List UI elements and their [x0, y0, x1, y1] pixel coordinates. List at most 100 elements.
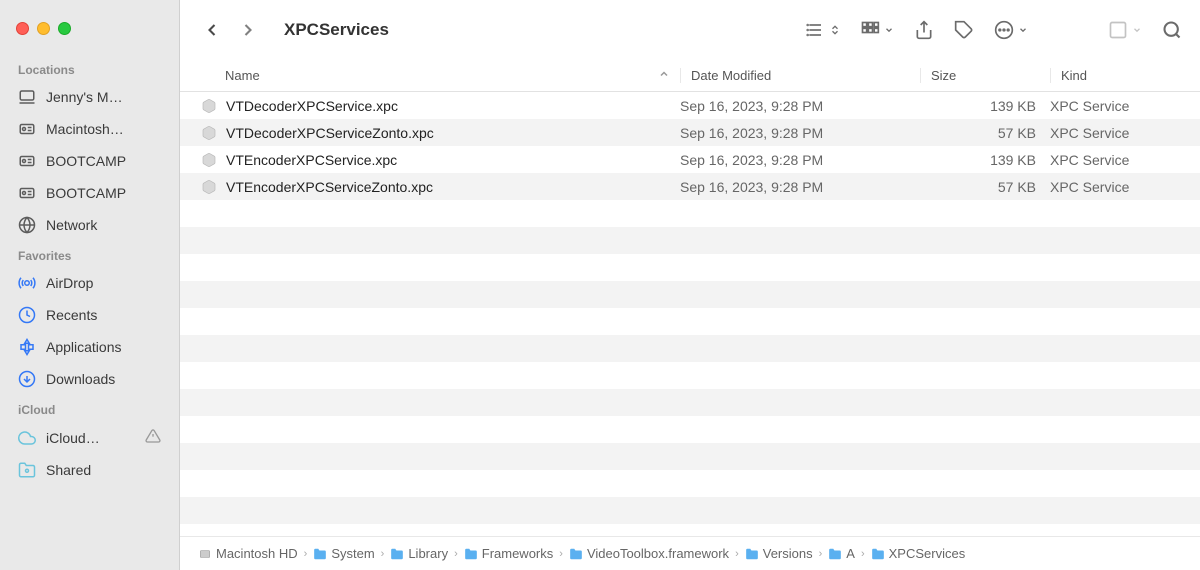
path-segment[interactable]: Frameworks [464, 546, 554, 561]
tag-button[interactable] [954, 20, 974, 40]
file-kind: XPC Service [1050, 179, 1200, 195]
file-list[interactable]: VTDecoderXPCService.xpc Sep 16, 2023, 9:… [180, 92, 1200, 536]
sidebar-section-title: Locations [0, 55, 179, 81]
sidebar-item-applications[interactable]: Applications [0, 331, 179, 363]
empty-row [180, 281, 1200, 308]
file-row[interactable]: VTEncoderXPCService.xpc Sep 16, 2023, 9:… [180, 146, 1200, 173]
sidebar-item-airdrop[interactable]: AirDrop [0, 267, 179, 299]
sidebar-item-label: BOOTCAMP [46, 185, 161, 201]
sidebar-item-network[interactable]: Network [0, 209, 179, 241]
empty-row [180, 308, 1200, 335]
close-button[interactable] [16, 22, 29, 35]
folder-icon [871, 547, 885, 561]
path-segment[interactable]: System [313, 546, 374, 561]
search-button[interactable] [1162, 20, 1182, 40]
path-segment[interactable]: Versions [745, 546, 813, 561]
maximize-button[interactable] [58, 22, 71, 35]
path-segment[interactable]: XPCServices [871, 546, 966, 561]
empty-row [180, 362, 1200, 389]
back-button[interactable] [198, 16, 226, 44]
file-row[interactable]: VTEncoderXPCServiceZonto.xpc Sep 16, 202… [180, 173, 1200, 200]
disk-icon [18, 120, 36, 138]
main-content: XPCServices [180, 0, 1200, 570]
sidebar-item-label: Shared [46, 462, 161, 478]
laptop-icon [18, 88, 36, 106]
file-size: 139 KB [920, 152, 1050, 168]
window-controls [0, 10, 179, 55]
sort-ascending-icon [658, 68, 670, 83]
file-name: VTEncoderXPCServiceZonto.xpc [226, 179, 433, 195]
file-size: 139 KB [920, 98, 1050, 114]
download-icon [18, 370, 36, 388]
path-segment[interactable]: A [828, 546, 855, 561]
path-label: Macintosh HD [216, 546, 298, 561]
file-size: 57 KB [920, 179, 1050, 195]
file-row[interactable]: VTDecoderXPCService.xpc Sep 16, 2023, 9:… [180, 92, 1200, 119]
sidebar-item-label: iCloud… [46, 430, 135, 446]
folder-icon [828, 547, 842, 561]
sidebar-item-recents[interactable]: Recents [0, 299, 179, 331]
path-segment[interactable]: VideoToolbox.framework [569, 546, 729, 561]
path-separator: › [735, 548, 739, 560]
sidebar-item-label: Macintosh… [46, 121, 161, 137]
folder-icon [464, 547, 478, 561]
sidebar-item-bootcamp[interactable]: BOOTCAMP [0, 177, 179, 209]
empty-row [180, 470, 1200, 497]
airdrop-icon [18, 274, 36, 292]
path-label: VideoToolbox.framework [587, 546, 729, 561]
sidebar-item-label: Applications [46, 339, 161, 355]
group-button[interactable] [860, 20, 894, 40]
file-row[interactable]: VTDecoderXPCServiceZonto.xpc Sep 16, 202… [180, 119, 1200, 146]
sidebar-item-label: AirDrop [46, 275, 161, 291]
folder-icon [313, 547, 327, 561]
path-label: Frameworks [482, 546, 554, 561]
list-view-button[interactable] [806, 20, 840, 40]
path-segment[interactable]: Library [390, 546, 448, 561]
path-segment[interactable]: Macintosh HD [198, 546, 298, 561]
sidebar-item-downloads[interactable]: Downloads [0, 363, 179, 395]
column-header: Name Date Modified Size Kind [180, 60, 1200, 92]
empty-row [180, 227, 1200, 254]
column-kind[interactable]: Kind [1050, 68, 1200, 83]
path-label: System [331, 546, 374, 561]
toolbar: XPCServices [180, 0, 1200, 60]
minimize-button[interactable] [37, 22, 50, 35]
sidebar-item-macintosh-[interactable]: Macintosh… [0, 113, 179, 145]
xpc-icon [200, 124, 218, 142]
file-kind: XPC Service [1050, 125, 1200, 141]
file-date: Sep 16, 2023, 9:28 PM [680, 179, 920, 195]
file-name: VTDecoderXPCServiceZonto.xpc [226, 125, 434, 141]
folder-icon [745, 547, 759, 561]
sidebar: Locations Jenny's M… Macintosh… BOOTCAMP BOO… [0, 0, 180, 570]
sidebar-item-jenny-s-m-[interactable]: Jenny's M… [0, 81, 179, 113]
sidebar-item-shared[interactable]: Shared [0, 454, 179, 486]
share-button[interactable] [914, 20, 934, 40]
xpc-icon [200, 151, 218, 169]
path-separator: › [861, 548, 865, 560]
sidebar-item-label: Recents [46, 307, 161, 323]
file-kind: XPC Service [1050, 152, 1200, 168]
empty-row [180, 443, 1200, 470]
forward-button[interactable] [234, 16, 262, 44]
sidebar-item-bootcamp[interactable]: BOOTCAMP [0, 145, 179, 177]
column-name[interactable]: Name [180, 68, 680, 83]
column-size[interactable]: Size [920, 68, 1050, 83]
empty-row [180, 416, 1200, 443]
preview-toggle[interactable] [1108, 20, 1142, 40]
sidebar-item-label: BOOTCAMP [46, 153, 161, 169]
action-menu-button[interactable] [994, 20, 1028, 40]
path-label: Versions [763, 546, 813, 561]
path-label: Library [408, 546, 448, 561]
path-separator: › [819, 548, 823, 560]
empty-row [180, 200, 1200, 227]
sidebar-item-icloud-[interactable]: iCloud… [0, 421, 179, 454]
sidebar-section-title: Favorites [0, 241, 179, 267]
disk-icon [18, 184, 36, 202]
file-name: VTEncoderXPCService.xpc [226, 152, 397, 168]
sidebar-item-label: Jenny's M… [46, 89, 161, 105]
path-label: A [846, 546, 855, 561]
empty-row [180, 254, 1200, 281]
clock-icon [18, 306, 36, 324]
column-date[interactable]: Date Modified [680, 68, 920, 83]
cloud-icon [18, 429, 36, 447]
